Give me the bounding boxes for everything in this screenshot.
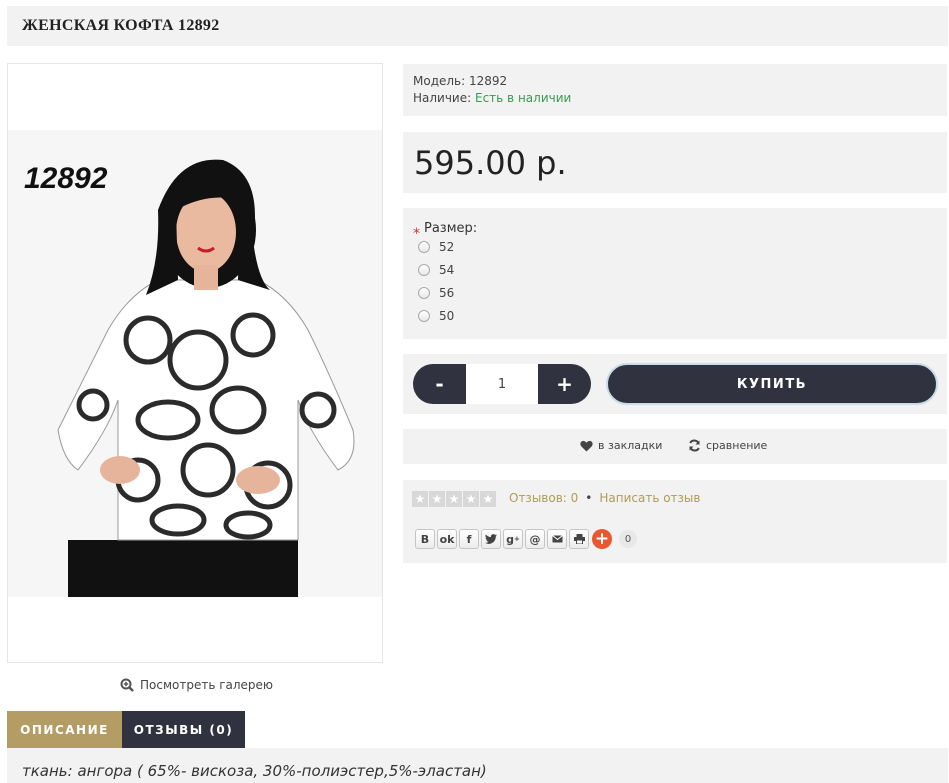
buy-button[interactable]: КУПИТЬ: [606, 363, 938, 405]
quantity-stepper: - 1 +: [413, 364, 591, 404]
add-to-wishlist-link[interactable]: в закладки: [580, 439, 662, 452]
star-icon: ★: [480, 491, 496, 507]
quantity-input[interactable]: 1: [466, 364, 538, 404]
description-panel: ткань: ангора ( 65%- вискоза, 30%-полиэс…: [7, 748, 948, 783]
product-title-bar: ЖЕНСКАЯ КОФТА 12892: [7, 6, 948, 46]
reviews-count-link[interactable]: Отзывов: 0: [509, 491, 578, 505]
photo-label: 12892: [24, 162, 108, 195]
model-row: Модель: 12892: [413, 74, 507, 88]
odnoklassniki-icon[interactable]: ok: [437, 529, 457, 549]
view-gallery-link[interactable]: Посмотреть галерею: [120, 675, 273, 695]
rating-share-panel: ★ ★ ★ ★ ★ Отзывов: 0 • Написать отзыв В …: [403, 480, 947, 563]
print-icon[interactable]: [569, 529, 589, 549]
refresh-icon: [689, 439, 700, 452]
size-options-panel: * Размер: 52 54 56 50: [403, 208, 947, 339]
share-buttons: В ok f g + @ + 0: [415, 529, 637, 549]
size-option-52[interactable]: 52: [418, 240, 454, 254]
size-value: 54: [439, 263, 455, 277]
reviews-line: Отзывов: 0 • Написать отзыв: [509, 491, 700, 505]
size-option-50[interactable]: 50: [418, 309, 454, 323]
stock-status: Есть в наличии: [475, 91, 572, 105]
google-plus-icon[interactable]: g +: [503, 529, 523, 549]
star-icon: ★: [463, 491, 479, 507]
model-value: 12892: [469, 74, 508, 88]
stock-label: Наличие:: [413, 91, 472, 105]
wishlist-label[interactable]: в закладки: [598, 439, 662, 452]
size-radio[interactable]: [418, 264, 430, 276]
size-radio[interactable]: [418, 310, 430, 322]
share-count: 0: [619, 530, 637, 548]
size-option-56[interactable]: 56: [418, 286, 454, 300]
size-radio[interactable]: [418, 241, 430, 253]
tab-reviews[interactable]: ОТЗЫВЫ (0): [122, 711, 245, 748]
increase-quantity-button[interactable]: +: [538, 364, 591, 404]
star-icon: ★: [429, 491, 445, 507]
size-value: 52: [439, 240, 455, 254]
size-value: 56: [439, 286, 455, 300]
zoom-icon: [120, 678, 134, 692]
mailru-icon[interactable]: @: [525, 529, 545, 549]
product-photo[interactable]: 12892: [8, 130, 382, 597]
size-option-54[interactable]: 54: [418, 263, 454, 277]
star-icon: ★: [446, 491, 462, 507]
compare-label[interactable]: сравнение: [706, 439, 767, 452]
stock-row: Наличие: Есть в наличии: [413, 91, 571, 105]
write-review-link[interactable]: Написать отзыв: [599, 491, 700, 505]
buy-panel: - 1 + КУПИТЬ: [403, 354, 947, 414]
vk-icon[interactable]: В: [415, 529, 435, 549]
price-panel: 595.00 р.: [403, 132, 947, 193]
add-to-compare-link[interactable]: сравнение: [688, 439, 767, 452]
page-title: ЖЕНСКАЯ КОФТА 12892: [22, 17, 220, 34]
gallery-link-label[interactable]: Посмотреть галерею: [140, 678, 273, 692]
product-price: 595.00 р.: [414, 144, 567, 182]
wishlist-compare-panel: в закладки сравнение: [403, 429, 947, 464]
product-image-box[interactable]: 12892: [7, 63, 383, 663]
decrease-quantity-button[interactable]: -: [413, 364, 466, 404]
separator: •: [585, 491, 593, 505]
model-label: Модель:: [413, 74, 466, 88]
email-icon[interactable]: [547, 529, 567, 549]
size-radio[interactable]: [418, 287, 430, 299]
facebook-icon[interactable]: f: [459, 529, 479, 549]
product-tabs: ОПИСАНИЕ ОТЗЫВЫ (0): [7, 711, 245, 748]
product-info-panel: Модель: 12892 Наличие: Есть в наличии: [403, 64, 947, 116]
description-text: ткань: ангора ( 65%- вискоза, 30%-полиэс…: [22, 762, 487, 780]
rating-stars: ★ ★ ★ ★ ★: [412, 491, 496, 507]
twitter-icon[interactable]: [481, 529, 501, 549]
heart-icon: [580, 440, 593, 451]
size-label: Размер:: [424, 221, 478, 236]
size-value: 50: [439, 309, 455, 323]
star-icon: ★: [412, 491, 428, 507]
tab-description[interactable]: ОПИСАНИЕ: [7, 711, 122, 748]
share-more-icon[interactable]: +: [592, 529, 612, 549]
